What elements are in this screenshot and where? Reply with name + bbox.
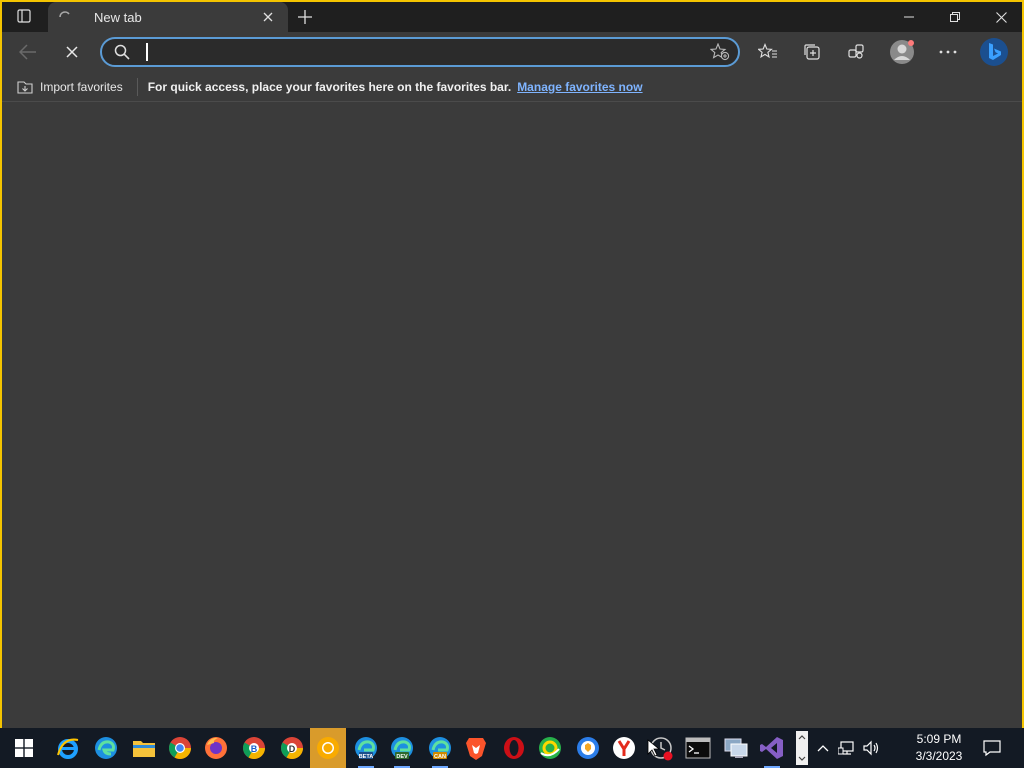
edge-canary-badge: CAN [434,754,446,760]
favorites-bar-message: For quick access, place your favorites h… [147,79,512,94]
browser-window: New tab Import favorites For quick acces… [2,2,1022,728]
brave-icon[interactable] [460,732,492,764]
import-favorites-button[interactable]: Import favorites [12,74,127,100]
yandex-icon[interactable] [608,732,640,764]
collections-button[interactable] [796,36,828,68]
file-explorer-icon[interactable] [128,732,160,764]
scroll-arrows-icon [796,731,808,765]
settings-more-button[interactable] [932,36,964,68]
volume-icon[interactable] [860,728,882,768]
notification-icon [983,740,1001,757]
start-button[interactable] [6,728,42,768]
extensions-button[interactable] [840,36,872,68]
tab-actions-button[interactable] [8,6,40,30]
clock-app-icon[interactable] [644,732,676,764]
import-favorites-icon [17,80,33,94]
bing-button[interactable] [978,36,1010,68]
remote-desktop-icon[interactable] [720,732,752,764]
collections-icon [804,44,820,60]
clock-date: 3/3/2023 [915,749,963,763]
extensions-icon [848,44,864,59]
firefox-icon[interactable] [200,732,232,764]
back-arrow-icon [19,44,36,60]
favorites-icon [758,43,777,59]
windows-logo-icon [15,739,33,757]
chrome-beta-badge: B [251,744,258,754]
avatar-icon [890,40,914,64]
address-input[interactable] [148,40,702,64]
favorites-divider [136,77,138,96]
edge-beta-badge: BETA [359,754,374,760]
minimize-button[interactable] [886,2,932,32]
internet-explorer-icon[interactable] [52,732,84,764]
new-tab-button[interactable] [292,6,318,28]
favorites-button[interactable] [752,36,784,68]
action-center-button[interactable] [978,728,1006,768]
close-icon [995,11,1007,23]
close-icon [66,46,78,58]
edge-beta-icon[interactable]: BETA [350,732,382,768]
title-bar: New tab [2,2,1022,32]
chrome-dev-icon[interactable]: D [276,732,308,764]
restore-icon [950,12,960,22]
system-clock[interactable]: 5:09 PM 3/3/2023 [906,731,972,765]
visual-studio-icon[interactable] [756,732,788,768]
360-browser-icon[interactable] [534,732,566,764]
restore-button[interactable] [932,2,978,32]
loading-spinner-icon [58,10,72,24]
navigation-toolbar [2,32,1022,72]
tab-close-button[interactable] [258,7,278,27]
tab-actions-icon [16,8,32,29]
minimize-icon [904,16,914,18]
taskbar-scroll-control[interactable] [794,728,810,768]
browser-shield-icon[interactable] [572,732,604,764]
chrome-dev-badge: D [289,744,296,754]
profile-button[interactable] [886,36,918,68]
tab-title: New tab [94,9,142,25]
edge-canary-icon[interactable]: CAN [424,732,456,768]
taskbar: B D BETA DEV CAN 5:09 PM 3/3/2023 [0,728,1024,768]
more-dots-icon [939,50,957,54]
close-icon [263,12,273,22]
edge-dev-badge: DEV [396,754,408,760]
import-favorites-label: Import favorites [40,79,123,94]
add-favorite-button[interactable] [702,39,738,65]
chevron-up-icon [817,745,829,752]
window-close-button[interactable] [978,2,1022,32]
chrome-canary-icon[interactable] [310,728,346,768]
favorites-bar: Import favorites For quick access, place… [2,72,1022,102]
clock-time: 5:09 PM [916,732,962,746]
star-add-icon [710,43,730,61]
command-prompt-icon[interactable] [682,732,714,764]
edge-icon[interactable] [90,732,122,764]
address-bar[interactable] [100,37,740,67]
edge-dev-icon[interactable]: DEV [386,732,418,768]
page-content[interactable] [2,103,1022,728]
bing-icon [980,38,1008,66]
search-icon [102,39,142,65]
manage-favorites-link[interactable]: Manage favorites now [517,80,642,94]
chrome-icon[interactable] [164,732,196,764]
tab-new-tab[interactable]: New tab [48,2,288,32]
show-hidden-icons-button[interactable] [814,728,832,768]
network-icon[interactable] [836,728,858,768]
chrome-beta-icon[interactable]: B [238,732,270,764]
stop-loading-button[interactable] [56,36,88,68]
back-button[interactable] [12,36,44,68]
opera-icon[interactable] [498,732,530,764]
plus-icon [298,10,312,24]
